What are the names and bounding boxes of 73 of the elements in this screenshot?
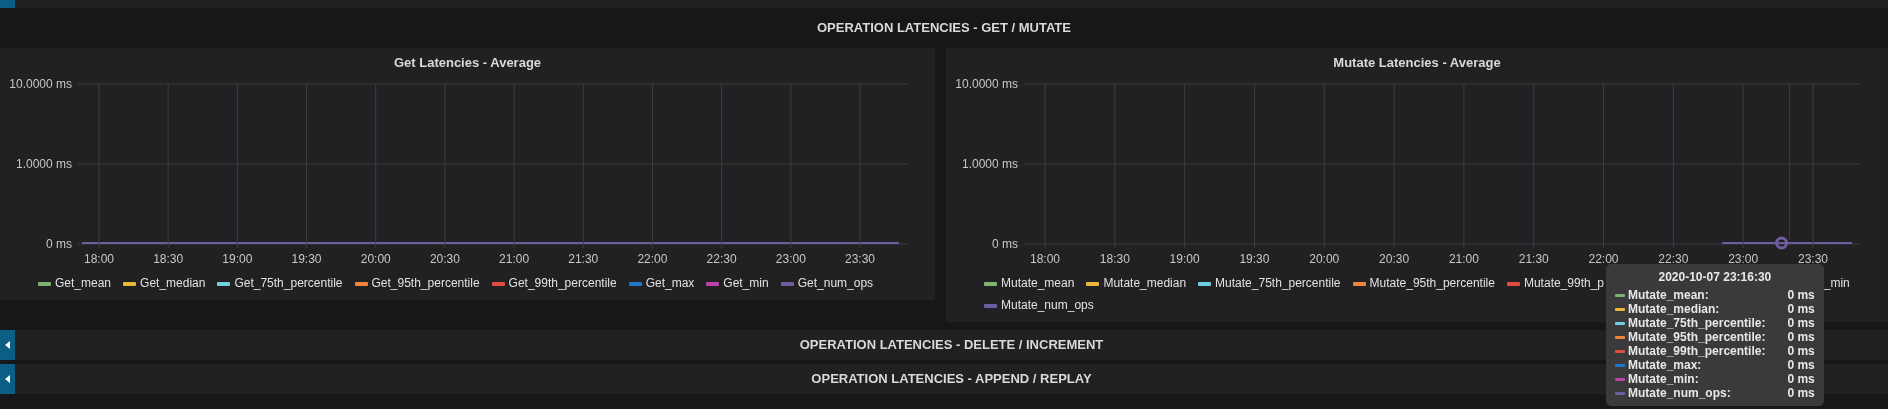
axis-label: 23:30 (845, 252, 875, 266)
tooltip-series-label: Mutate_99th_percentile: (1615, 344, 1766, 358)
axis-label: 0 ms (992, 237, 1018, 251)
axis-label: 21:00 (1448, 252, 1479, 266)
tooltip-series-label: Mutate_max: (1615, 358, 1702, 372)
axis-label: 18:00 (1030, 252, 1060, 266)
tooltip-series-label: Mutate_75th_percentile: (1615, 316, 1766, 330)
axis-label: 1.0000 ms (15, 157, 72, 171)
tooltip-value: 0 ms (1787, 302, 1815, 316)
axis-label: 23:30 (1798, 252, 1828, 266)
axis-label: 10.0000 ms (9, 78, 72, 91)
legend-item[interactable]: Get_num_ops (780, 274, 874, 292)
axis-label: 21:00 (499, 252, 530, 266)
legend-item[interactable]: _min (1823, 274, 1850, 292)
legend-item[interactable]: Get_95th_percentile (354, 274, 480, 292)
legend-item[interactable]: Mutate_num_ops (984, 296, 1094, 314)
axis-label: 20:00 (1309, 252, 1340, 266)
axis-label: 19:00 (222, 252, 253, 266)
hover-marker (1775, 236, 1789, 250)
legend-item[interactable]: Mutate_mean (984, 274, 1075, 292)
axis-label: 22:30 (706, 252, 737, 266)
axis-label: 22:00 (637, 252, 668, 266)
legend-item[interactable]: Get_99th_percentile (491, 274, 617, 292)
tooltip-value: 0 ms (1787, 372, 1815, 386)
caret-icon (5, 341, 10, 349)
row-title[interactable]: OPERATION LATENCIES - DELETE / INCREMENT (799, 335, 1104, 355)
axis-label: 21:30 (568, 252, 599, 266)
tooltip-series-label: Mutate_min: (1615, 372, 1699, 386)
legend-item[interactable]: Mutate_99th_p (1506, 274, 1604, 292)
tooltip-series-label: Mutate_num_ops: (1615, 386, 1731, 400)
legend-item[interactable]: Get_min (706, 274, 769, 292)
axis-label: 0 ms (46, 237, 72, 251)
axis-label: 19:30 (1239, 252, 1270, 266)
legend-item[interactable]: Mutate_95th_percentile (1352, 274, 1495, 292)
axis-label: 1.0000 ms (961, 157, 1018, 171)
expand-toggle[interactable] (0, 330, 15, 360)
legend-item[interactable]: Get_mean (38, 274, 112, 292)
row-title[interactable]: OPERATION LATENCIES - GET / MUTATE (817, 18, 1071, 38)
panel-title[interactable]: Mutate Latencies - Average (1333, 53, 1501, 73)
axis-label: 21:30 (1518, 252, 1549, 266)
tooltip-series-label: Mutate_mean: (1615, 288, 1709, 302)
tooltip-title: 2020-10-07 23:16:30 (1657, 270, 1773, 284)
tooltip-value: 0 ms (1787, 358, 1815, 372)
tooltip-series-label: Mutate_median: (1615, 302, 1720, 316)
axis-label: 22:30 (1658, 252, 1689, 266)
axis-label: 23:00 (775, 252, 806, 266)
axis-label: 20:30 (1379, 252, 1410, 266)
expand-toggle[interactable] (0, 364, 15, 394)
tooltip-value: 0 ms (1787, 344, 1815, 358)
panel-title[interactable]: Get Latencies - Average (393, 53, 542, 73)
axis-label: 18:30 (1099, 252, 1130, 266)
accent-bar (0, 0, 15, 8)
axis-label: 18:30 (153, 252, 184, 266)
caret-icon (5, 375, 10, 383)
tooltip-value: 0 ms (1787, 330, 1815, 344)
axis-label: 10.0000 ms (955, 78, 1018, 91)
tooltip-value: 0 ms (1787, 288, 1815, 302)
legend-item[interactable]: Get_max (628, 274, 695, 292)
axis-label: 23:00 (1728, 252, 1759, 266)
axis-label: 19:00 (1169, 252, 1200, 266)
legend-item[interactable]: Get_median (123, 274, 206, 292)
legend-item[interactable]: Get_75th_percentile (217, 274, 343, 292)
tooltip-value: 0 ms (1787, 316, 1815, 330)
tooltip-value: 0 ms (1787, 386, 1815, 400)
axis-label: 22:00 (1588, 252, 1619, 266)
axis-label: 20:00 (360, 252, 391, 266)
tooltip-series-label: Mutate_95th_percentile: (1615, 330, 1766, 344)
legend-item[interactable]: Mutate_75th_percentile (1198, 274, 1341, 292)
axis-label: 20:30 (429, 252, 460, 266)
legend-item[interactable]: Mutate_median (1086, 274, 1187, 292)
row-title[interactable]: OPERATION LATENCIES - APPEND / REPLAY (811, 369, 1092, 389)
axis-label: 18:00 (84, 252, 114, 266)
axis-label: 19:30 (291, 252, 322, 266)
